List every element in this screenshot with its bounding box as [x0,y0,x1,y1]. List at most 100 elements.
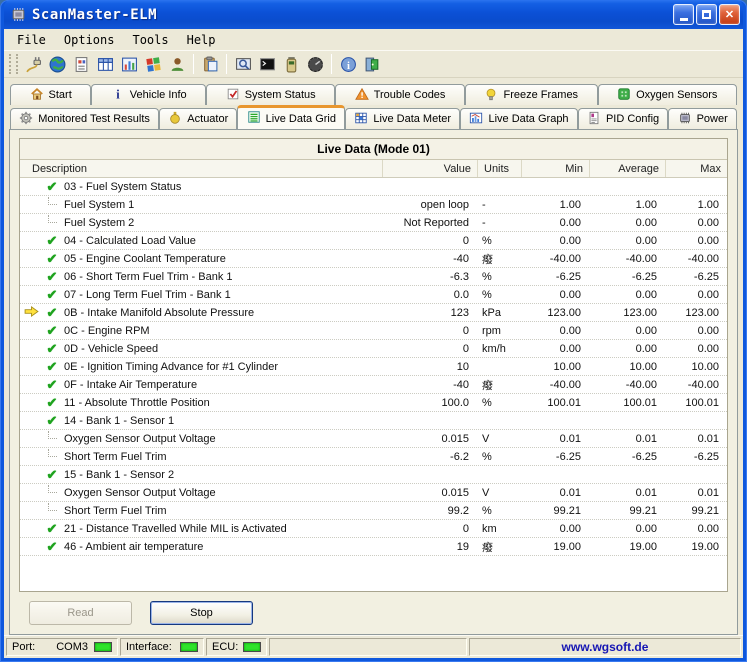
row-value: 0.015 [382,433,477,445]
stop-button[interactable]: Stop [150,601,253,625]
table-row[interactable]: ✔21 - Distance Travelled While MIL is Ac… [20,520,727,538]
menu-file[interactable]: File [8,31,55,49]
tab-actuator[interactable]: Actuator [159,108,237,129]
table-row[interactable]: ✔0E - Ignition Timing Advance for #1 Cyl… [20,358,727,376]
tab-trouble-codes[interactable]: Trouble Codes [335,84,465,105]
tree-branch-icon [42,492,62,493]
row-average: 0.00 [589,289,665,301]
read-button[interactable]: Read [29,601,132,625]
tab-power[interactable]: Power [668,108,737,129]
column-header-description[interactable]: Description [20,160,382,177]
tree-line [48,431,57,439]
column-header-units[interactable]: Units [477,160,521,177]
row-units: - [477,199,521,211]
minimize-button[interactable] [673,4,694,25]
row-min: 0.00 [521,289,589,301]
tab-monitored-test-results[interactable]: Monitored Test Results [10,108,159,129]
menu-options[interactable]: Options [55,31,124,49]
column-header-value[interactable]: Value [382,160,477,177]
tab-live-data-graph[interactable]: Live Data Graph [460,108,578,129]
check-icon: ✔ [42,179,62,195]
titlebar[interactable]: ScanMaster-ELM ✕ [4,0,743,29]
table-row[interactable]: ✔11 - Absolute Throttle Position100.0%10… [20,394,727,412]
tab-live-data-grid[interactable]: Live Data Grid [237,105,345,129]
row-average: 0.00 [589,523,665,535]
table-row[interactable]: ✔05 - Engine Coolant Temperature-40癈-40.… [20,250,727,268]
row-units: 癈 [477,539,521,555]
row-value: 19 [382,541,477,553]
column-header-average[interactable]: Average [589,160,665,177]
toolbar-info-icon[interactable]: i [336,52,360,76]
tab-vehicle-info[interactable]: iVehicle Info [91,84,206,105]
row-description: Oxygen Sensor Output Voltage [62,487,382,499]
toolbar-globe-icon[interactable] [45,52,69,76]
tab-system-status[interactable]: System Status [206,84,335,105]
toolbar-table-icon[interactable] [93,52,117,76]
row-average: 0.00 [589,235,665,247]
maximize-button[interactable] [696,4,717,25]
tab-live-data-meter[interactable]: Live Data Meter [345,108,460,129]
table-row[interactable]: ✔0C - Engine RPM0rpm0.000.000.00 [20,322,727,340]
table-row[interactable]: ✔06 - Short Term Fuel Trim - Bank 1-6.3%… [20,268,727,286]
grid-green-icon [247,110,261,127]
row-average: 0.00 [589,325,665,337]
row-value: open loop [382,199,477,211]
table-row[interactable]: ✔0B - Intake Manifold Absolute Pressure1… [20,304,727,322]
check-glyph: ✔ [47,179,58,195]
checkbox-icon [226,87,240,104]
toolbar-gauge-icon[interactable] [303,52,327,76]
row-description: 0F - Intake Air Temperature [62,379,382,391]
table-row[interactable]: Oxygen Sensor Output Voltage0.015V0.010.… [20,430,727,448]
row-min: 0.00 [521,343,589,355]
menu-tools[interactable]: Tools [123,31,177,49]
toolbar-terminal-icon[interactable] [255,52,279,76]
table-row[interactable]: ✔15 - Bank 1 - Sensor 2 [20,466,727,484]
table-row[interactable]: ✔04 - Calculated Load Value0%0.000.000.0… [20,232,727,250]
table-row[interactable]: Short Term Fuel Trim99.2%99.2199.2199.21 [20,502,727,520]
toolbar-chart-icon[interactable] [117,52,141,76]
toolbar-search-screen-icon[interactable] [231,52,255,76]
tab-oxygen-sensors[interactable]: Oxygen Sensors [598,84,737,105]
toolbar-grip[interactable] [16,54,19,74]
row-average: -40.00 [589,379,665,391]
table-row[interactable]: ✔14 - Bank 1 - Sensor 1 [20,412,727,430]
close-button[interactable]: ✕ [719,4,740,25]
row-units: % [477,505,521,517]
toolbar-exit-icon[interactable] [360,52,384,76]
website-link[interactable]: www.wgsoft.de [562,640,649,654]
row-description: Fuel System 1 [62,199,382,211]
toolbar-user-icon[interactable] [165,52,189,76]
toolbar-windows-icon[interactable] [141,52,165,76]
tab-freeze-frames[interactable]: Freeze Frames [465,84,598,105]
table-row[interactable]: Fuel System 2Not Reported-0.000.000.00 [20,214,727,232]
toolbar-battery-icon[interactable] [279,52,303,76]
table-row[interactable]: Short Term Fuel Trim-6.2%-6.25-6.25-6.25 [20,448,727,466]
table-row[interactable]: ✔0F - Intake Air Temperature-40癈-40.00-4… [20,376,727,394]
table-row[interactable]: Fuel System 1open loop-1.001.001.00 [20,196,727,214]
toolbar-report-icon[interactable] [69,52,93,76]
table-row[interactable]: ✔46 - Ambient air temperature19癈19.0019.… [20,538,727,556]
column-header-min[interactable]: Min [521,160,589,177]
row-units: % [477,235,521,247]
tab-pid-config[interactable]: PID Config [578,108,669,129]
tab-label: Monitored Test Results [38,113,150,125]
column-header-max[interactable]: Max [665,160,727,177]
check-glyph: ✔ [47,377,58,393]
row-value: 10 [382,361,477,373]
row-min: -40.00 [521,379,589,391]
menu-help[interactable]: Help [178,31,225,49]
toolbar-paste-icon[interactable] [198,52,222,76]
tab-label: Start [49,89,72,101]
toolbar-connect-icon[interactable] [21,52,45,76]
row-average: 123.00 [589,307,665,319]
check-icon: ✔ [42,323,62,339]
check-icon: ✔ [42,359,62,375]
tab-start[interactable]: Start [10,84,91,105]
table-row[interactable]: Oxygen Sensor Output Voltage0.015V0.010.… [20,484,727,502]
table-row[interactable]: ✔03 - Fuel System Status [20,178,727,196]
table-row[interactable]: ✔0D - Vehicle Speed0km/h0.000.000.00 [20,340,727,358]
toolbar-grip[interactable] [9,54,12,74]
row-description: Short Term Fuel Trim [62,451,382,463]
table-row[interactable]: ✔07 - Long Term Fuel Trim - Bank 10.0%0.… [20,286,727,304]
check-icon: ✔ [42,233,62,249]
